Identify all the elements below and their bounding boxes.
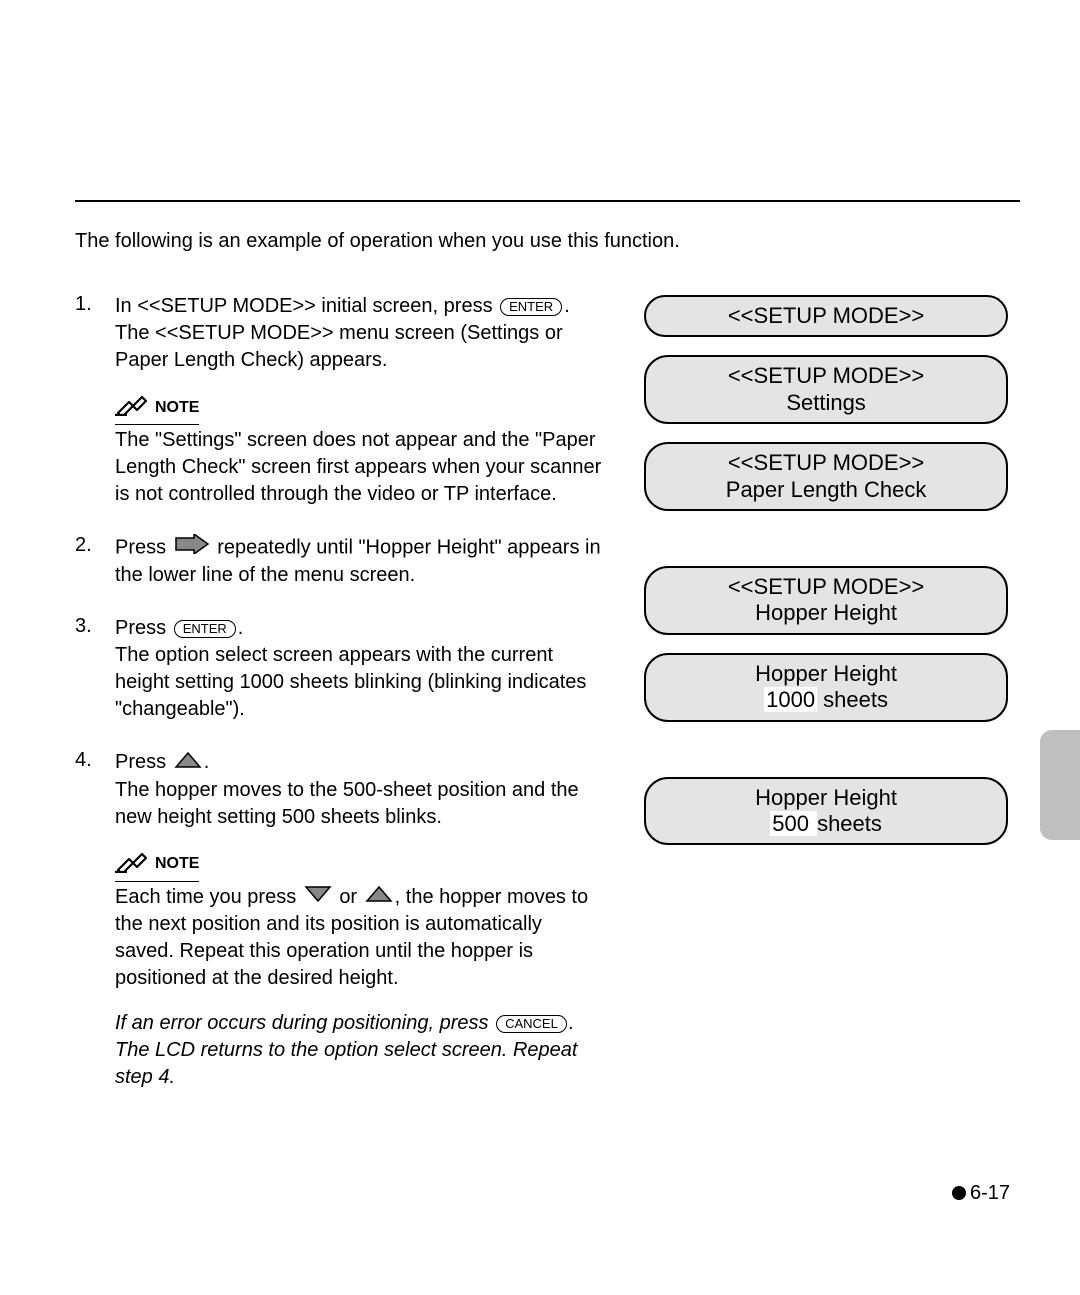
step-3: 3. Press ENTER. The option select screen… bbox=[75, 615, 602, 723]
lcd-panel: <<SETUP MODE>> Hopper Height bbox=[644, 566, 1008, 635]
lcd-panel: <<SETUP MODE>> Paper Length Check bbox=[644, 442, 1008, 511]
step-text: The <<SETUP MODE>> menu screen (Settings… bbox=[115, 320, 602, 374]
blinking-value: 1000 bbox=[764, 687, 817, 712]
note-text: The "Settings" screen does not appear an… bbox=[115, 427, 602, 508]
up-arrow-icon bbox=[174, 750, 202, 777]
blinking-value: 500 bbox=[770, 811, 817, 836]
step-1: 1. In <<SETUP MODE>> initial screen, pre… bbox=[75, 293, 602, 508]
step-text: . bbox=[204, 751, 210, 773]
lcd-panel: <<SETUP MODE>> Settings bbox=[644, 355, 1008, 424]
down-arrow-icon bbox=[304, 884, 332, 911]
step-number: 2. bbox=[75, 534, 115, 589]
right-arrow-icon bbox=[174, 534, 210, 562]
step-2: 2. Press repeatedly until "Hopper Height… bbox=[75, 534, 602, 589]
error-note: If an error occurs during positioning, p… bbox=[115, 1010, 602, 1091]
steps-column: 1. In <<SETUP MODE>> initial screen, pre… bbox=[75, 293, 602, 1117]
pen-icon bbox=[115, 851, 149, 879]
side-tab bbox=[1040, 730, 1080, 840]
step-text: Press bbox=[115, 751, 172, 773]
step-number: 4. bbox=[75, 749, 115, 1091]
pen-icon bbox=[115, 394, 149, 422]
step-text: Press bbox=[115, 617, 172, 639]
up-arrow-icon bbox=[365, 884, 393, 911]
note-text: Each time you press or bbox=[115, 884, 602, 992]
step-number: 1. bbox=[75, 293, 115, 508]
enter-button-icon: ENTER bbox=[174, 620, 236, 638]
step-text: . bbox=[238, 617, 244, 639]
intro-text: The following is an example of operation… bbox=[75, 230, 1020, 253]
lcd-panel: <<SETUP MODE>> bbox=[644, 295, 1008, 337]
step-text: Press bbox=[115, 537, 172, 559]
step-4: 4. Press . The hopper moves to the 500-s… bbox=[75, 749, 602, 1091]
step-text: The hopper moves to the 500-sheet positi… bbox=[115, 777, 602, 831]
lcd-column: <<SETUP MODE>> <<SETUP MODE>> Settings <… bbox=[632, 293, 1020, 900]
enter-button-icon: ENTER bbox=[500, 298, 562, 316]
page-footer: 6-17 bbox=[952, 1182, 1010, 1205]
step-number: 3. bbox=[75, 615, 115, 723]
note-block: NOTE The "Settings" screen does not appe… bbox=[115, 394, 602, 508]
step-text: The option select screen appears with th… bbox=[115, 642, 602, 723]
step-text: . bbox=[564, 295, 570, 317]
note-label: NOTE bbox=[155, 397, 199, 423]
cancel-button-icon: CANCEL bbox=[496, 1015, 567, 1033]
divider bbox=[75, 200, 1020, 202]
lcd-panel: Hopper Height 500 sheets bbox=[644, 777, 1008, 846]
note-label: NOTE bbox=[155, 853, 199, 879]
lcd-panel: Hopper Height 1000 sheets bbox=[644, 653, 1008, 722]
note-block: NOTE Each time you press or bbox=[115, 851, 602, 993]
step-text: In <<SETUP MODE>> initial screen, press bbox=[115, 295, 498, 317]
bullet-icon bbox=[952, 1186, 966, 1200]
